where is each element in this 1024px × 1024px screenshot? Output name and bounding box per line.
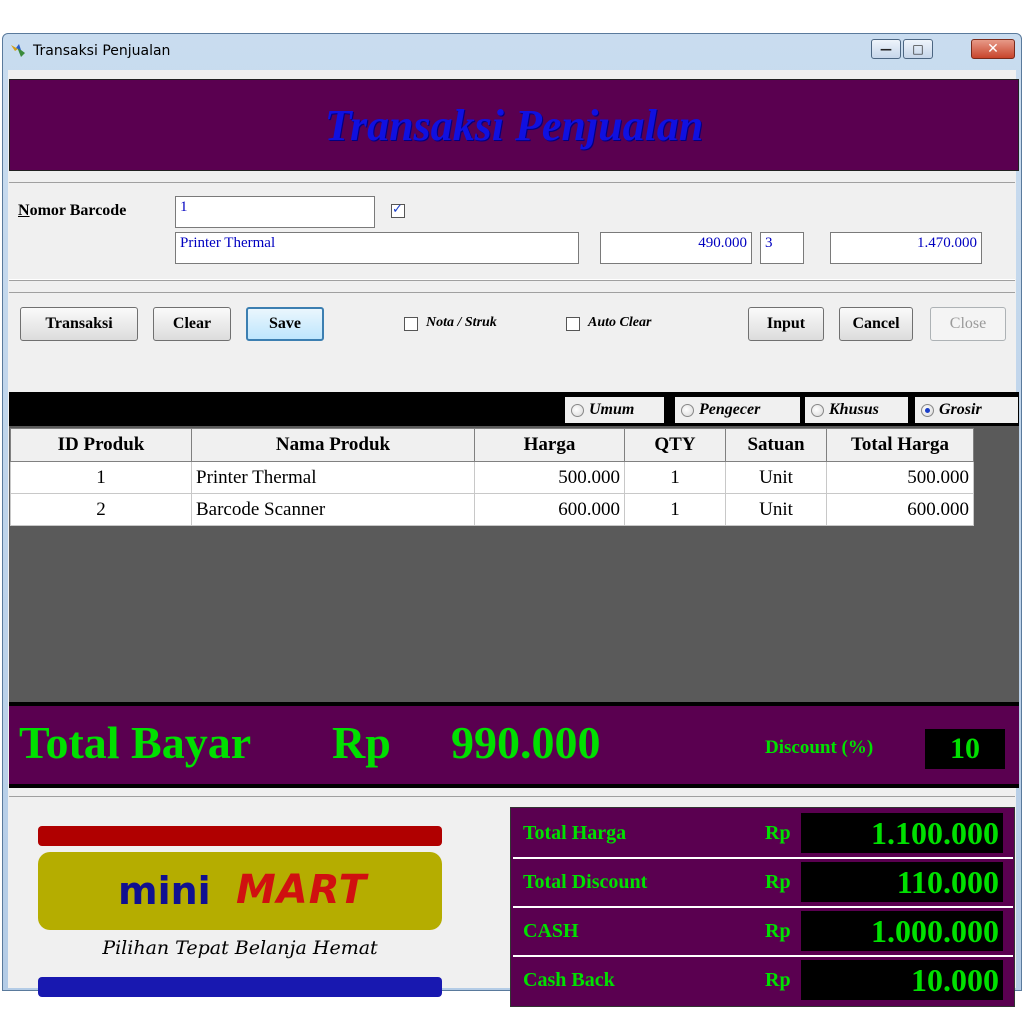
cell-name[interactable]: Printer Thermal [191, 461, 475, 494]
auto-clear-checkbox[interactable] [566, 317, 580, 331]
summary-row-cash: CASH Rp 1.000.000 [511, 906, 1016, 954]
cell-price[interactable]: 500.000 [474, 461, 625, 494]
cell-id[interactable]: 2 [10, 493, 192, 526]
radio-label-grosir: Grosir [939, 401, 982, 418]
barcode-panel [9, 182, 1015, 280]
save-button[interactable]: Save [246, 307, 324, 341]
summary-label: CASH [523, 920, 579, 942]
cash-back-value[interactable]: 10.000 [801, 960, 1003, 1000]
payment-summary: Total Harga Rp 1.100.000 Total Discount … [510, 807, 1015, 1007]
bottom-panel: mini MART Pilihan Tepat Belanja Hemat To… [9, 796, 1015, 1007]
radio-grosir[interactable]: Grosir [915, 397, 1019, 423]
nota-label: Nota / Struk [426, 315, 497, 330]
app-icon [11, 44, 25, 57]
radio-label-pengecer: Pengecer [699, 401, 761, 418]
summary-label: Cash Back [523, 969, 615, 991]
radio-label-umum: Umum [589, 401, 635, 418]
total-harga-value[interactable]: 1.100.000 [801, 813, 1003, 853]
summary-currency: Rp [765, 822, 791, 844]
barcode-label: Nomor Barcode [18, 202, 126, 220]
product-name-field[interactable]: Printer Thermal [175, 232, 579, 264]
logo-mart-text: MART [236, 867, 368, 913]
total-bayar-label: Total Bayar [19, 717, 252, 768]
minimize-button[interactable]: — [871, 39, 901, 59]
cell-unit[interactable]: Unit [725, 493, 827, 526]
summary-label: Total Discount [523, 871, 648, 893]
summary-currency: Rp [765, 969, 791, 991]
logo-blue-bar [38, 977, 442, 997]
cash-value[interactable]: 1.000.000 [801, 911, 1003, 951]
toolbar-divider [9, 292, 1015, 293]
input-button[interactable]: Input [748, 307, 824, 341]
radio-pengecer[interactable]: Pengecer [675, 397, 801, 423]
col-qty[interactable]: QTY [624, 428, 726, 462]
summary-row-total-harga: Total Harga Rp 1.100.000 [511, 808, 1016, 856]
total-bayar-band: Total Bayar Rp 990.000 Discount (%) 10 [9, 702, 1019, 788]
total-bayar-currency: Rp [332, 717, 391, 768]
col-id-produk[interactable]: ID Produk [10, 428, 192, 462]
price-type-strip: Umum Pengecer Khusus Grosir [9, 392, 1019, 426]
logo-tagline: Pilihan Tepat Belanja Hemat [102, 937, 378, 959]
header-banner: Transaksi Penjualan [9, 79, 1019, 171]
barcode-label-rest: omor Barcode [29, 202, 127, 219]
discount-label: Discount (%) [765, 737, 874, 758]
transaksi-button[interactable]: Transaksi [20, 307, 138, 341]
cell-id[interactable]: 1 [10, 461, 192, 494]
radio-khusus[interactable]: Khusus [805, 397, 909, 423]
minimize-icon: — [880, 42, 892, 56]
total-discount-value[interactable]: 110.000 [801, 862, 1003, 902]
col-total-harga[interactable]: Total Harga [826, 428, 974, 462]
radio-button[interactable] [811, 403, 824, 417]
close-button[interactable]: Close [930, 307, 1006, 341]
line-total-field[interactable]: 1.470.000 [830, 232, 982, 264]
col-harga[interactable]: Harga [474, 428, 625, 462]
logo-red-bar [38, 826, 442, 846]
auto-clear-label: Auto Clear [588, 315, 652, 330]
cell-total[interactable]: 600.000 [826, 493, 974, 526]
price-field[interactable]: 490.000 [600, 232, 752, 264]
cell-qty[interactable]: 1 [624, 493, 726, 526]
summary-row-total-discount: Total Discount Rp 110.000 [511, 857, 1016, 905]
summary-currency: Rp [765, 871, 791, 893]
discount-field[interactable]: 10 [925, 729, 1005, 769]
logo-mini-text: mini [118, 869, 211, 913]
radio-button[interactable] [571, 403, 584, 417]
radio-button[interactable] [681, 403, 694, 417]
maximize-icon: □ [912, 42, 924, 56]
nota-checkbox[interactable] [404, 317, 418, 331]
cell-name[interactable]: Barcode Scanner [191, 493, 475, 526]
title-bar[interactable]: Transaksi Penjualan — □ ✕ [3, 34, 1021, 70]
radio-button-selected[interactable] [921, 403, 934, 417]
client-area: Transaksi Penjualan Nomor Barcode 1 Prin… [8, 70, 1019, 1007]
maximize-button[interactable]: □ [903, 39, 933, 59]
barcode-label-accel: N [18, 202, 30, 219]
summary-currency: Rp [765, 920, 791, 942]
summary-row-cash-back: Cash Back Rp 10.000 [511, 955, 1016, 1003]
qty-field[interactable]: 3 [760, 232, 804, 264]
page-title: Transaksi Penjualan [324, 101, 704, 150]
items-table: ID Produk Nama Produk Harga QTY Satuan T… [10, 428, 974, 526]
clear-button[interactable]: Clear [153, 307, 231, 341]
table-header-row: ID Produk Nama Produk Harga QTY Satuan T… [10, 428, 974, 462]
close-window-button[interactable]: ✕ [971, 39, 1015, 59]
total-bayar-value: 990.000 [451, 717, 601, 768]
summary-label: Total Harga [523, 822, 627, 844]
window-title: Transaksi Penjualan [33, 43, 171, 59]
table-row[interactable]: 1 Printer Thermal 500.000 1 Unit 500.000 [10, 461, 974, 494]
close-icon: ✕ [987, 41, 999, 57]
cell-unit[interactable]: Unit [725, 461, 827, 494]
col-satuan[interactable]: Satuan [725, 428, 827, 462]
cell-price[interactable]: 600.000 [474, 493, 625, 526]
barcode-checkbox[interactable] [391, 202, 405, 218]
app-window: Transaksi Penjualan — □ ✕ Transaksi Penj… [2, 33, 1022, 1007]
radio-umum[interactable]: Umum [565, 397, 665, 423]
items-grid-area: Umum Pengecer Khusus Grosir ID Produk Na… [9, 392, 1019, 702]
barcode-input[interactable]: 1 [175, 196, 375, 228]
cell-total[interactable]: 500.000 [826, 461, 974, 494]
table-row[interactable]: 2 Barcode Scanner 600.000 1 Unit 600.000 [10, 493, 974, 526]
col-nama-produk[interactable]: Nama Produk [191, 428, 475, 462]
radio-label-khusus: Khusus [829, 401, 879, 418]
cell-qty[interactable]: 1 [624, 461, 726, 494]
cancel-button[interactable]: Cancel [839, 307, 913, 341]
